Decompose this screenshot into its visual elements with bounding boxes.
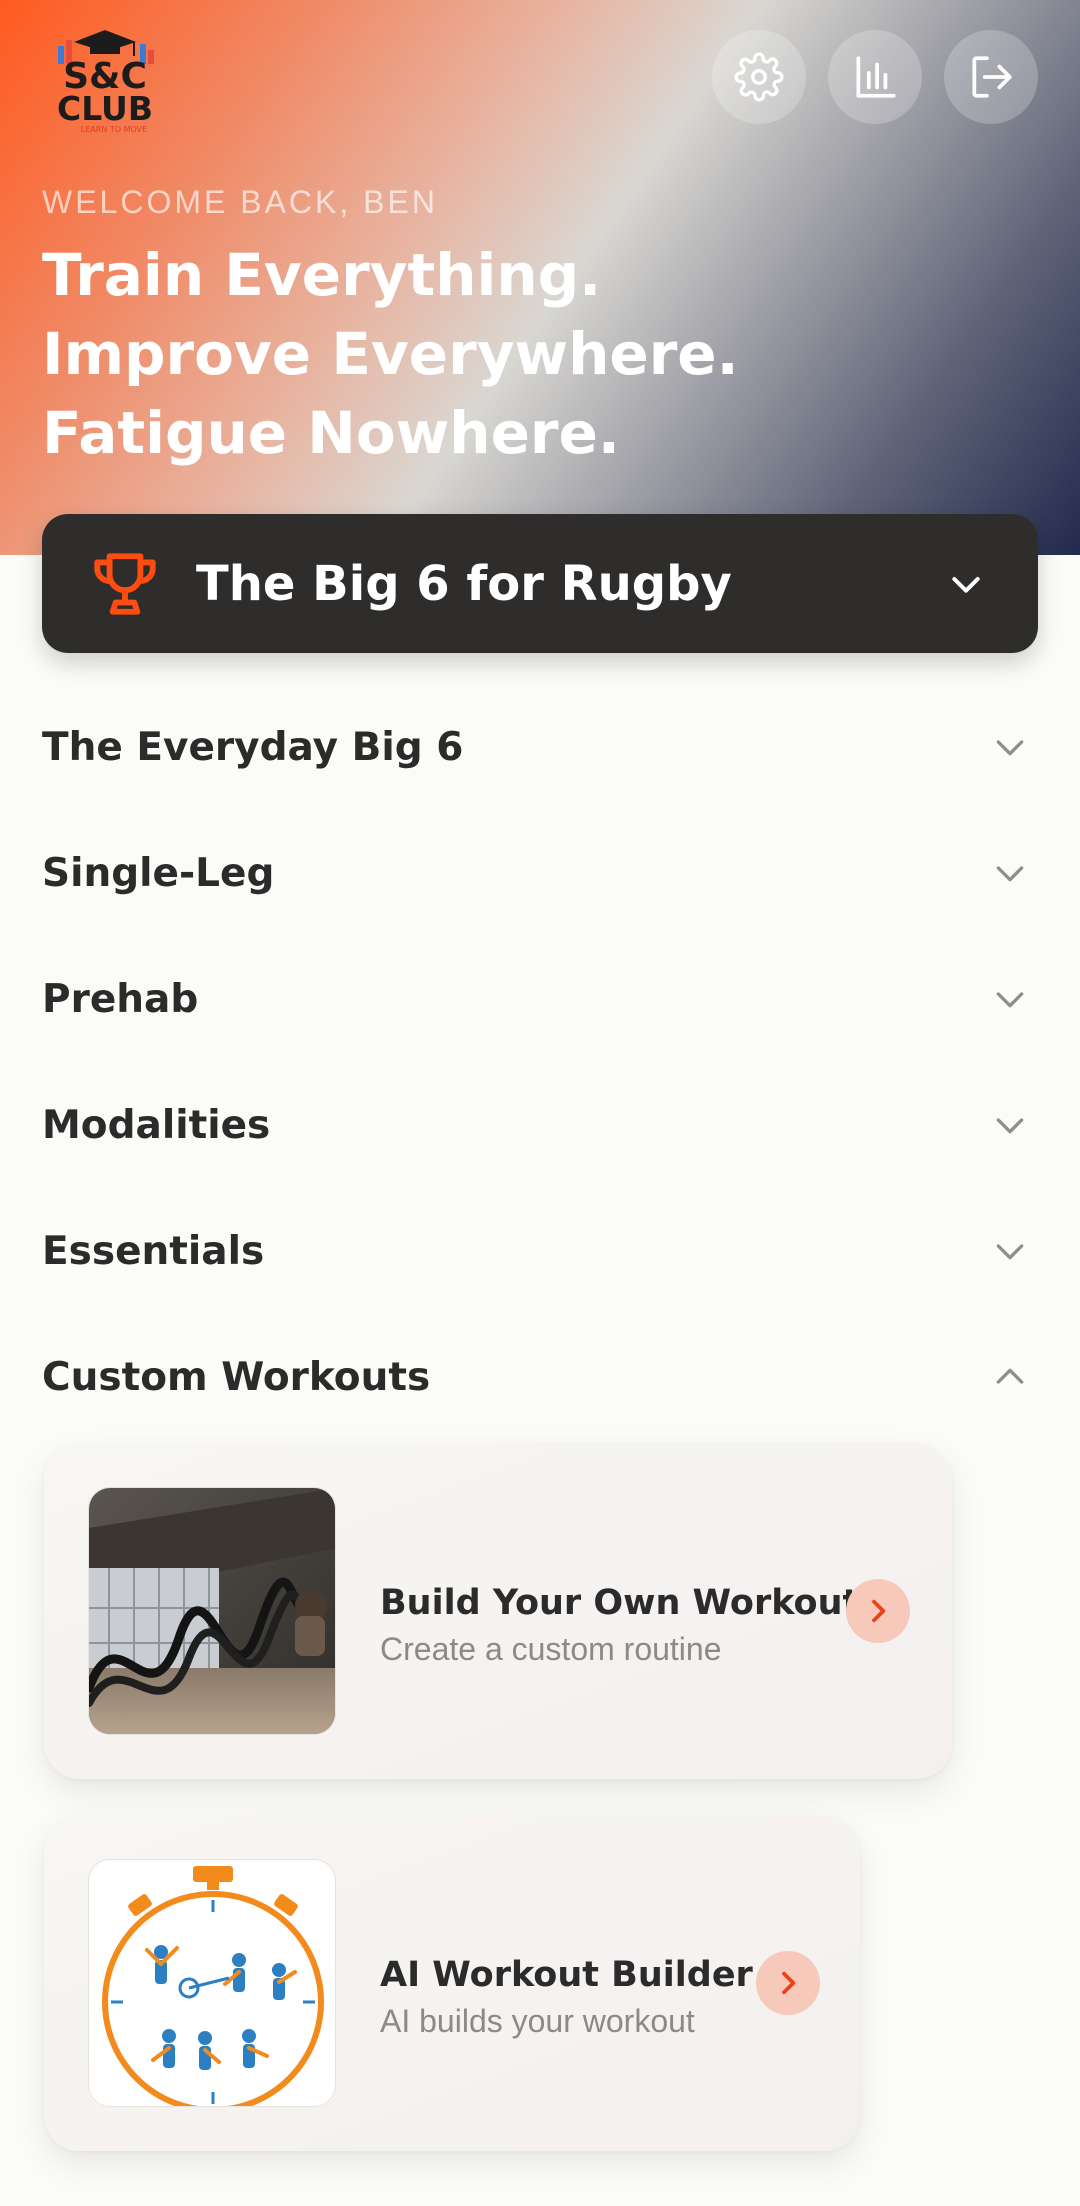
program-name: The Big 6 for Rugby xyxy=(196,555,732,612)
card-title: Build Your Own Workout xyxy=(380,1583,860,1623)
chevron-up-icon xyxy=(996,1368,1024,1384)
ai-workout-builder-card[interactable]: AI Workout Builder AI builds your workou… xyxy=(44,1815,860,2151)
settings-button[interactable] xyxy=(712,30,806,124)
section-label: Modalities xyxy=(42,1102,271,1148)
open-ai-builder-button[interactable] xyxy=(756,1951,820,2015)
sc-club-logo: S&C CLUB LEARN TO MOVE xyxy=(50,26,160,136)
section-essentials[interactable]: Essentials xyxy=(42,1211,1038,1291)
build-your-own-workout-card[interactable]: Build Your Own Workout Create a custom r… xyxy=(44,1443,952,1779)
hero-tagline: Train Everything. Improve Everywhere. Fa… xyxy=(42,236,739,473)
chevron-down-icon xyxy=(996,740,1024,756)
chevron-right-icon xyxy=(872,1599,886,1623)
program-selector[interactable]: The Big 6 for Rugby xyxy=(42,514,1038,653)
card-subtitle: Create a custom routine xyxy=(380,1631,722,1667)
stopwatch-athletes-illustration xyxy=(88,1859,336,2107)
section-single-leg[interactable]: Single-Leg xyxy=(42,833,1038,913)
section-label: The Everyday Big 6 xyxy=(42,724,464,770)
section-modalities[interactable]: Modalities xyxy=(42,1085,1038,1165)
section-prehab[interactable]: Prehab xyxy=(42,959,1038,1039)
chevron-down-icon xyxy=(996,866,1024,882)
logout-button[interactable] xyxy=(944,30,1038,124)
bar-chart-icon xyxy=(856,56,896,98)
trophy-icon xyxy=(94,552,156,615)
battle-ropes-photo xyxy=(88,1487,336,1735)
section-custom-workouts[interactable]: Custom Workouts xyxy=(42,1337,1038,1417)
chevron-down-icon xyxy=(952,576,980,593)
tagline-line-3: Fatigue Nowhere. xyxy=(42,399,620,467)
svg-text:CLUB: CLUB xyxy=(57,89,153,128)
card-subtitle: AI builds your workout xyxy=(380,2003,695,2039)
chevron-down-icon xyxy=(996,992,1024,1008)
section-label: Essentials xyxy=(42,1228,265,1274)
gear-icon xyxy=(734,52,784,102)
header-actions xyxy=(712,30,1038,124)
section-label: Custom Workouts xyxy=(42,1354,431,1400)
section-label: Prehab xyxy=(42,976,199,1022)
chevron-down-icon xyxy=(996,1244,1024,1260)
card-title: AI Workout Builder xyxy=(380,1955,753,1995)
svg-text:LEARN TO MOVE: LEARN TO MOVE xyxy=(81,125,147,134)
open-build-workout-button[interactable] xyxy=(846,1579,910,1643)
chevron-down-icon xyxy=(996,1118,1024,1134)
welcome-text: WELCOME BACK, BEN xyxy=(42,184,438,220)
stats-button[interactable] xyxy=(828,30,922,124)
tagline-line-1: Train Everything. xyxy=(42,241,602,309)
logout-icon xyxy=(972,56,1012,98)
tagline-line-2: Improve Everywhere. xyxy=(42,320,739,388)
chevron-right-icon xyxy=(782,1971,796,1995)
section-label: Single-Leg xyxy=(42,850,275,896)
section-everyday-big-6[interactable]: The Everyday Big 6 xyxy=(42,707,1038,787)
